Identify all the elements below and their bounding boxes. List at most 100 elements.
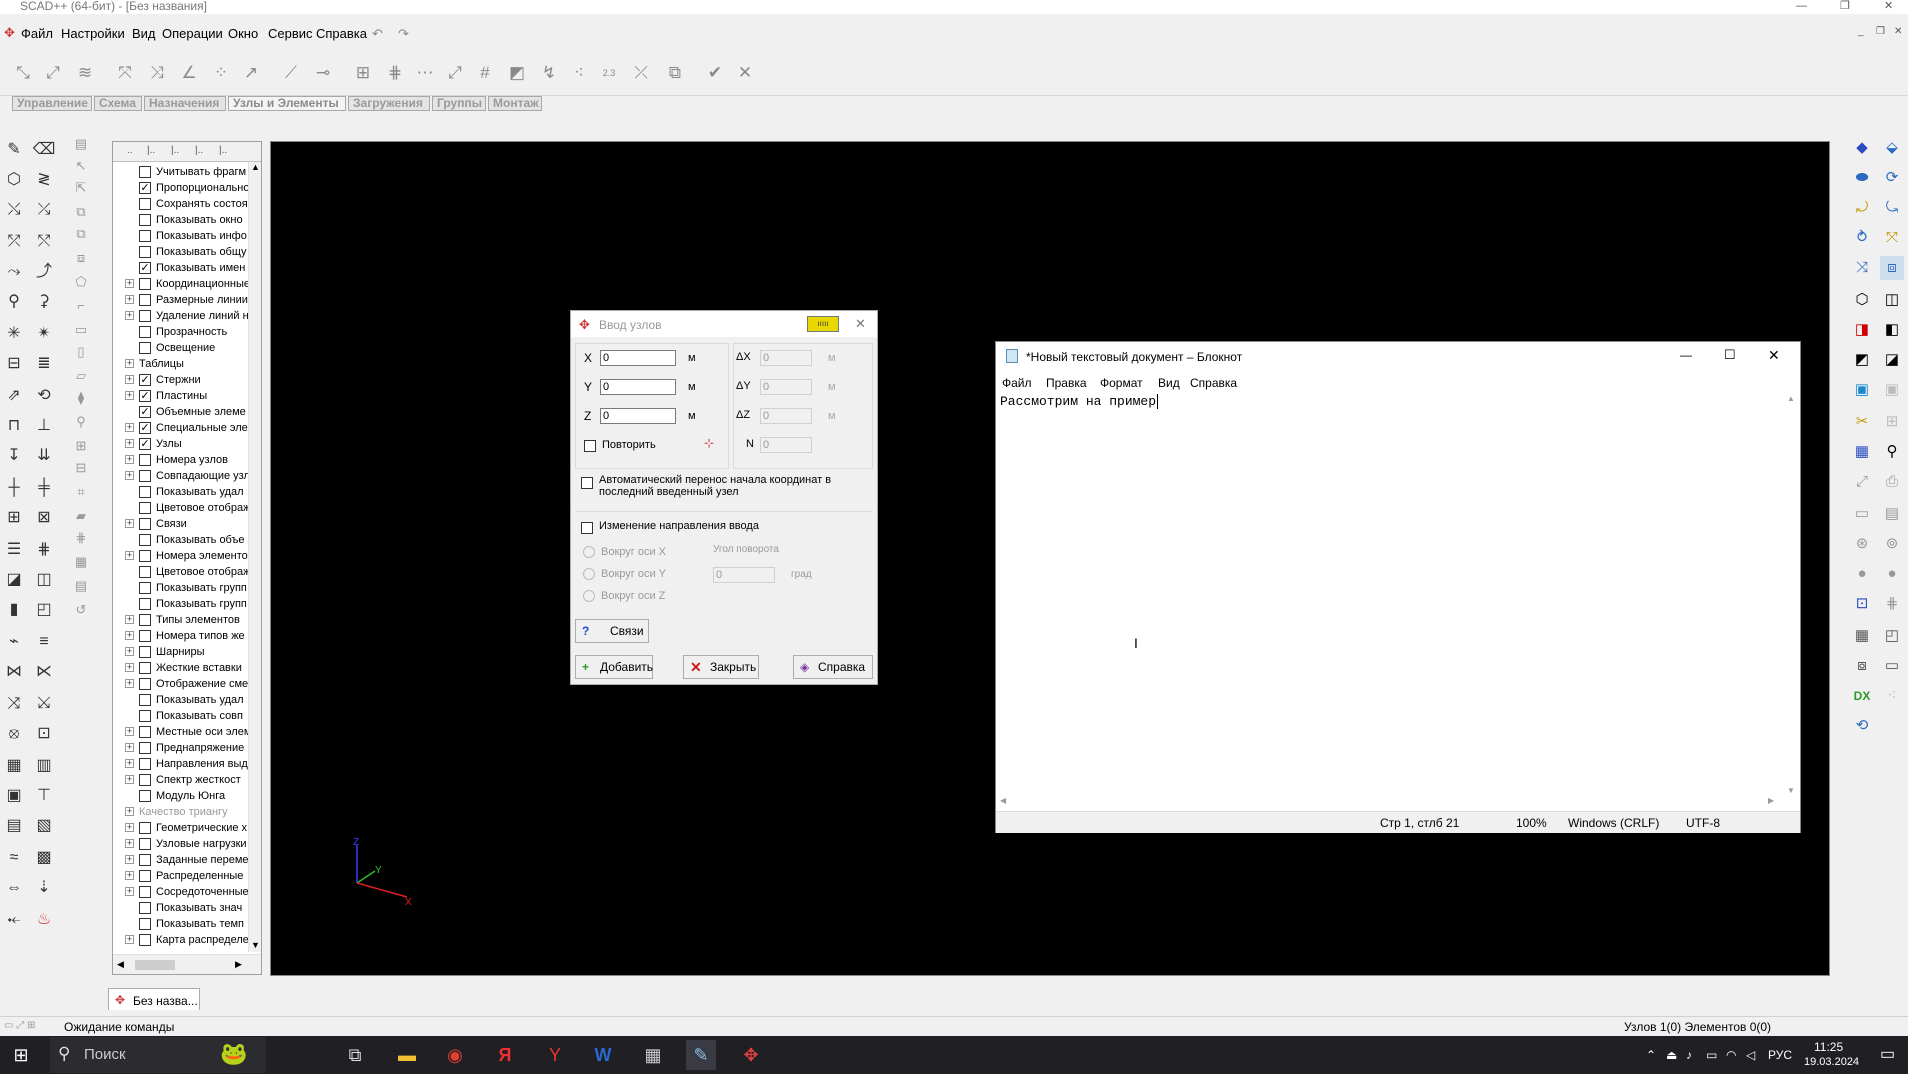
tree-expand-icon[interactable]: +	[125, 279, 134, 288]
scroll-thumb[interactable]	[135, 960, 175, 970]
cube2-icon[interactable]: ◧	[1880, 318, 1904, 342]
tree-item[interactable]: Модуль Юнга	[113, 788, 253, 804]
brush-icon[interactable]: ⌁	[2, 630, 26, 654]
grid4-icon[interactable]: ⋕	[72, 530, 90, 548]
notepad-close-icon[interactable]: ✕	[1768, 347, 1780, 364]
tree-item[interactable]: Показывать инфо	[113, 228, 253, 244]
tree-expand-icon[interactable]: +	[125, 727, 134, 736]
shell-icon[interactable]: ◰	[32, 598, 56, 622]
tool-scatter-icon[interactable]: ⁖	[568, 62, 590, 84]
layers2-icon[interactable]: ⧫	[72, 390, 90, 408]
fragment2-icon[interactable]: ⊞	[1880, 410, 1904, 434]
tree-item[interactable]: + Номера узлов	[113, 452, 253, 468]
tree-item[interactable]: + Шарниры	[113, 644, 253, 660]
around-y-radio[interactable]	[583, 568, 595, 580]
load-q-icon[interactable]: ⇊	[32, 444, 56, 468]
tree-item[interactable]: + Преднапряжение	[113, 740, 253, 756]
start-windows-icon[interactable]: ⊞	[6, 1040, 36, 1070]
tree-expand-icon[interactable]: +	[125, 647, 134, 656]
tree-expand-icon[interactable]: +	[125, 359, 134, 368]
pattern-icon[interactable]: ⦻	[2, 722, 26, 746]
tree-checkbox[interactable]	[139, 662, 151, 674]
copy2-icon[interactable]: ⧉	[72, 226, 90, 244]
tree-expand-icon[interactable]: +	[125, 423, 134, 432]
tree-expand-icon[interactable]: +	[125, 615, 134, 624]
tool-rod-icon[interactable]: ⟋	[280, 62, 302, 84]
tree-checkbox[interactable]	[139, 566, 151, 578]
mdi-close-icon[interactable]: ✕	[1894, 26, 1902, 37]
tool-mesh-icon[interactable]: ⋕	[384, 62, 406, 84]
axis-plus-icon[interactable]: ┼	[2, 476, 26, 500]
tree-expand-icon[interactable]: +	[125, 311, 134, 320]
tree-checkbox[interactable]	[139, 742, 151, 754]
tree-checkbox[interactable]	[139, 166, 151, 178]
axis-hash-icon[interactable]: ╪	[32, 476, 56, 500]
tree-checkbox[interactable]	[139, 934, 151, 946]
redo-icon[interactable]: ↷	[398, 26, 409, 42]
mdi-minimize-icon[interactable]: _	[1858, 26, 1864, 37]
reset-view-icon[interactable]: ⟲	[1850, 714, 1874, 738]
tool-diag-icon[interactable]: ⤢	[444, 62, 466, 84]
cursor-icon[interactable]: ⇱	[72, 180, 90, 198]
tree-checkbox[interactable]	[139, 758, 151, 770]
tool-move-icon[interactable]: ⤢	[42, 62, 64, 84]
circle-icon[interactable]: ●	[1850, 562, 1874, 586]
tree-item[interactable]: ✓ Объемные элеме	[113, 404, 253, 420]
rigid-icon[interactable]: ▮	[2, 598, 26, 622]
window-view-icon[interactable]: ◰	[1880, 624, 1904, 648]
tree-checkbox[interactable]	[139, 310, 151, 322]
tool-grid-icon[interactable]: ⊞	[352, 62, 374, 84]
dy-input[interactable]: 0	[760, 379, 812, 395]
label-icon[interactable]: ▭	[1880, 654, 1904, 678]
dx-export-icon[interactable]: DX	[1850, 684, 1874, 708]
tree-expand-icon[interactable]: +	[125, 823, 134, 832]
tray-mic-icon[interactable]: ♪	[1686, 1048, 1692, 1062]
cube4-icon[interactable]: ◪	[1880, 348, 1904, 372]
tree-expand-icon[interactable]: +	[125, 455, 134, 464]
group-gs-icon[interactable]: ⋉	[32, 660, 56, 684]
tree-checkbox[interactable]	[139, 918, 151, 930]
tag-icon[interactable]: ⌗	[72, 484, 90, 502]
word-icon[interactable]: W	[588, 1040, 618, 1070]
tree-item[interactable]: Цветовое отображ	[113, 564, 253, 580]
undo-icon[interactable]: ↶	[372, 26, 383, 42]
menu-service[interactable]: Сервис	[268, 26, 313, 41]
rotate-z-icon[interactable]: ⥁	[1850, 226, 1874, 250]
tree-expand-icon[interactable]: +	[125, 775, 134, 784]
restore-icon[interactable]: ❐	[1840, 0, 1850, 12]
pencil-icon[interactable]: ✎	[2, 138, 26, 162]
doc3-icon[interactable]: ▱	[72, 368, 90, 386]
tree-item[interactable]: + Номера элементо	[113, 548, 253, 564]
tree-item[interactable]: Цветовое отображ	[113, 500, 253, 516]
repeat-settings-icon[interactable]: ⊹	[704, 436, 714, 450]
box-icon[interactable]: ◫	[32, 568, 56, 592]
tree-item[interactable]: + Жесткие вставки	[113, 660, 253, 676]
tree-checkbox[interactable]	[139, 470, 151, 482]
spreadsheet-icon[interactable]: ▦	[2, 754, 26, 778]
tree-checkbox[interactable]	[139, 694, 151, 706]
tree-checkbox[interactable]: ✓	[139, 374, 151, 386]
np-scroll-right-icon[interactable]: ▶	[1768, 796, 1774, 805]
tree-checkbox[interactable]	[139, 454, 151, 466]
cube-icon[interactable]: ⬡	[2, 168, 26, 192]
tree-expand-icon[interactable]: +	[125, 663, 134, 672]
close-icon[interactable]: ✕	[1884, 0, 1893, 12]
frame-icon[interactable]: ⊟	[2, 352, 26, 376]
change-direction-checkbox[interactable]	[581, 522, 593, 534]
select-icon[interactable]: ▤	[72, 136, 90, 154]
np-scroll-down-icon[interactable]: ▼	[1787, 786, 1795, 795]
tree-item[interactable]: + Связи	[113, 516, 253, 532]
circle2-icon[interactable]: ●	[1880, 562, 1904, 586]
tree-checkbox[interactable]	[139, 534, 151, 546]
dx-input[interactable]: 0	[760, 350, 812, 366]
notepad-vertical-scrollbar[interactable]: ▲ ▼	[1784, 392, 1798, 802]
tree-checkbox[interactable]	[139, 214, 151, 226]
tree-item[interactable]: ✓ Пропорционально	[113, 180, 253, 196]
tab-scheme[interactable]: Схема	[94, 96, 142, 111]
axes-3d-icon[interactable]: ⤨	[1850, 256, 1874, 280]
rotate-y-icon[interactable]: ⤿	[1880, 196, 1904, 220]
tray-chevron-icon[interactable]: ⌃	[1646, 1048, 1656, 1062]
mdi-restore-icon[interactable]: ❐	[1876, 26, 1885, 37]
save-icon[interactable]: ▤	[1880, 502, 1904, 526]
tool-arrow-icon[interactable]: ↗	[240, 62, 262, 84]
